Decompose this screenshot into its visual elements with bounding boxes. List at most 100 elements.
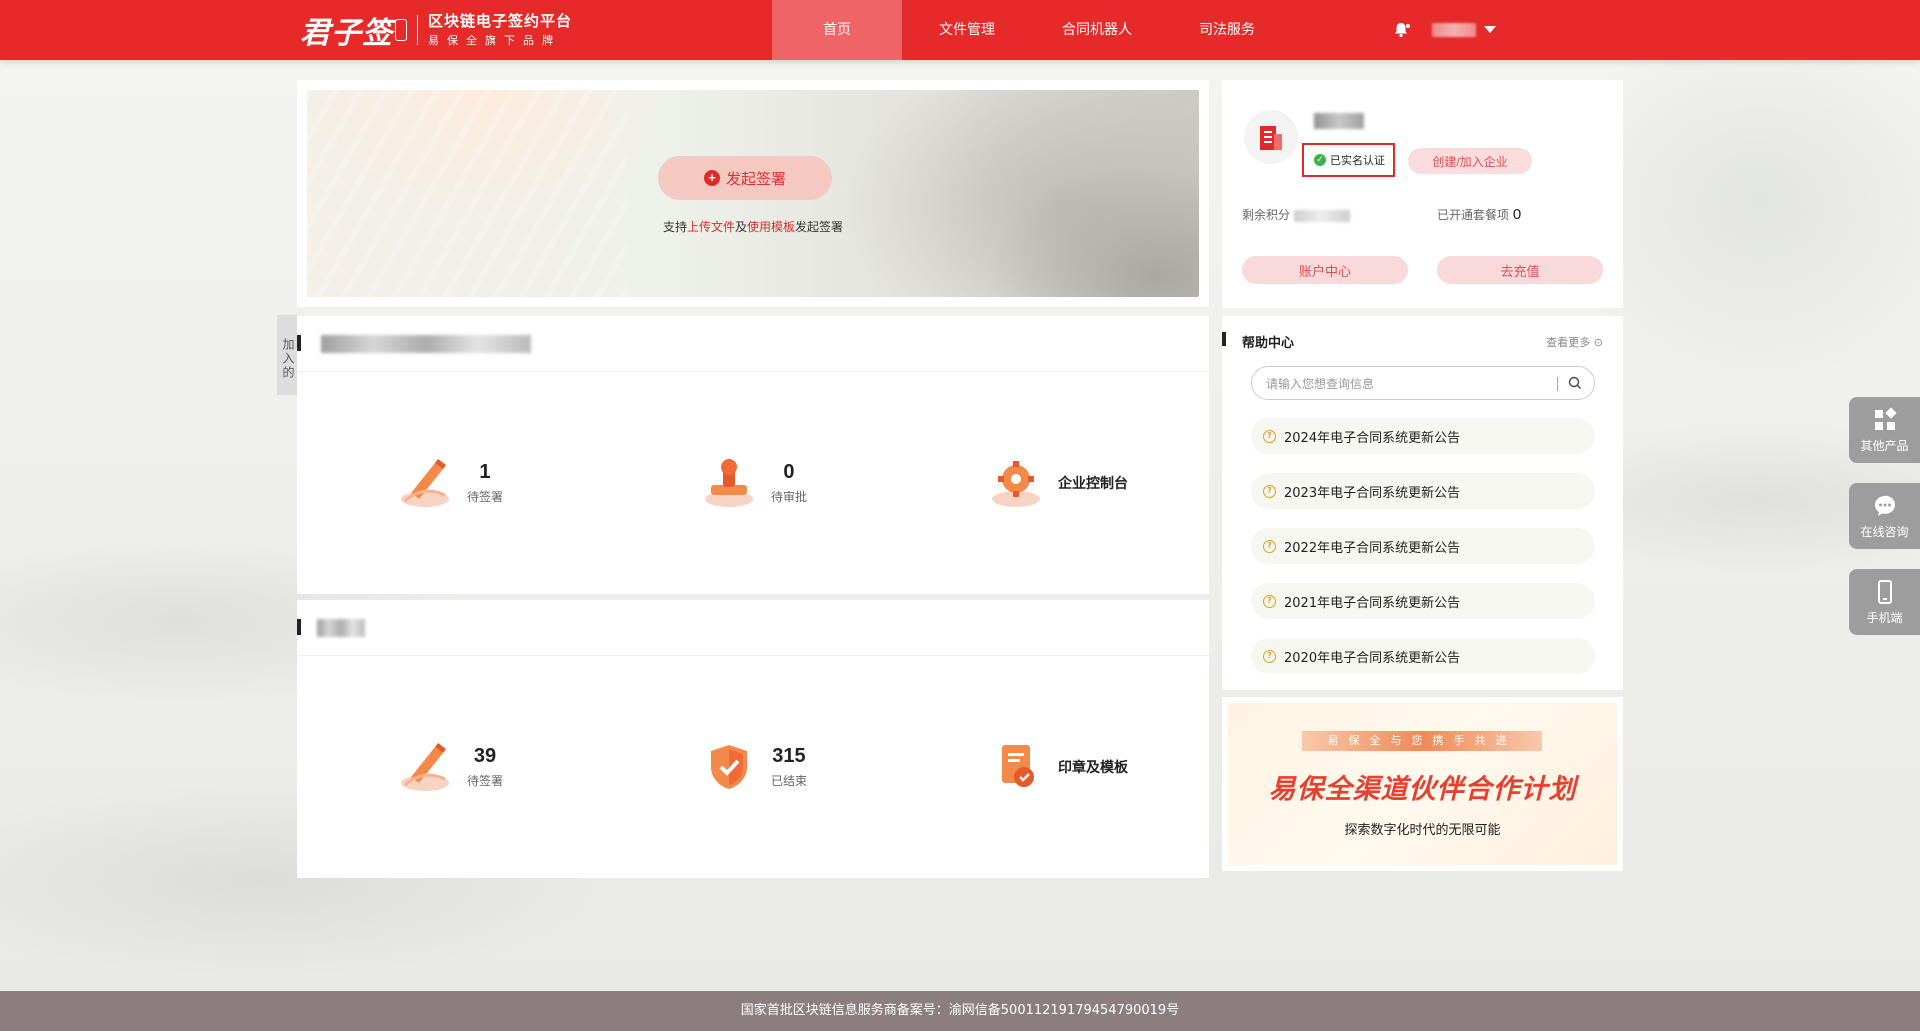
profile-name-redacted <box>1314 113 1364 129</box>
points-value-redacted <box>1293 209 1350 222</box>
search-divider <box>1557 377 1558 391</box>
mobile-button[interactable]: 手机端 <box>1849 569 1920 635</box>
user-name-redacted[interactable] <box>1432 23 1476 37</box>
company-stats: 1 待签署 0 待审批 企业控制台 <box>297 372 1209 594</box>
stat-value: 315 <box>772 745 806 767</box>
notice-item[interactable]: ? 2021年电子合同系统更新公告 <box>1251 583 1595 619</box>
online-consult-button[interactable]: 在线咨询 <box>1849 483 1920 549</box>
help-center: 帮助中心 查看更多 ⊙ ? 2024年电子合同系统更新公告 ? 2023年电子合… <box>1222 316 1623 690</box>
chevron-down-icon[interactable] <box>1484 26 1496 33</box>
footer-record-number: 国家首批区块链信息服务商备案号：渝网信备50011219179454790019… <box>0 991 1920 1031</box>
stat-link-label: 企业控制台 <box>1058 476 1128 492</box>
start-sign-banner: + 发起签署 支持上传文件及使用模板发起签署 <box>297 80 1209 307</box>
points-info: 剩余积分 <box>1242 206 1350 223</box>
points-label: 剩余积分 <box>1242 208 1291 222</box>
search-icon[interactable] <box>1568 376 1582 390</box>
stat-label: 已结束 <box>770 774 807 788</box>
promo-title: 易保全渠道伙伴合作计划 <box>1268 774 1577 805</box>
stamp-icon <box>704 459 753 507</box>
notice-icon: ? <box>1263 539 1276 553</box>
notice-item[interactable]: ? 2023年电子合同系统更新公告 <box>1251 473 1595 509</box>
gear-icon <box>992 461 1040 507</box>
company-name-redacted <box>321 335 531 353</box>
notice-item[interactable]: ? 2020年电子合同系统更新公告 <box>1251 638 1595 674</box>
create-join-enterprise-button[interactable]: 创建/加入企业 <box>1408 148 1532 174</box>
partner-promo-banner[interactable]: 易保全与您携手共进 易保全渠道伙伴合作计划 探索数字化时代的无限可能 <box>1222 697 1623 871</box>
stat-link-label: 印章及模板 <box>1058 760 1128 776</box>
package-label: 已开通套餐项 <box>1437 208 1510 222</box>
verified-label: 已实名认证 <box>1330 154 1385 167</box>
plus-circle-icon: + <box>703 170 720 186</box>
promo-subtitle: 探索数字化时代的无限可能 <box>1344 823 1501 838</box>
personal-name-redacted <box>317 619 365 637</box>
avatar <box>1244 110 1298 164</box>
chat-icon <box>1874 495 1895 516</box>
stat-seal-template[interactable]: 印章及模板 <box>905 656 1209 878</box>
other-products-button[interactable]: 其他产品 <box>1849 397 1920 463</box>
company-section: 1 待签署 0 待审批 企业控制台 <box>297 316 1209 594</box>
logo-subtitle: 区块链电子签约平台 <box>428 12 573 30</box>
recharge-button[interactable]: 去充值 <box>1437 256 1603 284</box>
stat-finished[interactable]: 315 已结束 <box>601 656 905 878</box>
banner-hint: 支持上传文件及使用模板发起签署 <box>662 220 844 234</box>
help-search-box <box>1251 366 1595 400</box>
section-marker <box>297 619 301 635</box>
section-marker <box>297 335 301 351</box>
nav-contract-robot[interactable]: 合同机器人 <box>1032 0 1162 60</box>
section-header <box>297 600 1209 656</box>
notice-icon: ? <box>1263 484 1276 498</box>
nav-judicial-service[interactable]: 司法服务 <box>1162 0 1292 60</box>
logo-text: 君子签 <box>300 16 393 51</box>
seal-template-icon <box>1002 745 1034 787</box>
top-navbar: 君子签 区块链电子签约平台 易保全旗下品牌 首页 文件管理 合同机器人 司法服务 <box>0 0 1920 60</box>
notice-icon: ? <box>1263 429 1276 443</box>
check-circle-icon: ✓ <box>1314 154 1326 166</box>
personal-section: 39 待签署 315 已结束 印章及模板 <box>297 600 1209 878</box>
banner-image: + 发起签署 支持上传文件及使用模板发起签署 <box>307 90 1199 297</box>
building-icon <box>1260 126 1282 150</box>
package-count: 0 <box>1512 206 1522 223</box>
pen-icon <box>400 459 449 507</box>
stat-value: 1 <box>479 461 491 483</box>
bell-icon[interactable] <box>1392 20 1412 40</box>
personal-stats: 39 待签署 315 已结束 印章及模板 <box>297 656 1209 878</box>
profile-card: ✓ 已实名认证 创建/加入企业 剩余积分 已开通套餐项 0 账户中心 去充值 <box>1222 80 1623 308</box>
start-sign-label: 发起签署 <box>725 170 786 188</box>
phone-icon <box>1877 579 1892 604</box>
section-marker <box>1222 332 1226 346</box>
grid-icon <box>1874 406 1897 430</box>
nav-home[interactable]: 首页 <box>772 0 902 60</box>
main-nav: 首页 文件管理 合同机器人 司法服务 <box>772 0 1292 60</box>
stat-value: 0 <box>783 461 795 483</box>
help-search-input[interactable] <box>1266 375 1556 393</box>
notice-item[interactable]: ? 2022年电子合同系统更新公告 <box>1251 528 1595 564</box>
logo-tagline: 易保全旗下品牌 <box>428 34 561 47</box>
notice-item[interactable]: ? 2024年电子合同系统更新公告 <box>1251 418 1595 454</box>
start-sign-button[interactable]: + 发起签署 <box>658 156 832 200</box>
notice-icon: ? <box>1263 649 1276 663</box>
shield-check-icon <box>710 745 747 789</box>
stat-pending-sign[interactable]: 1 待签署 <box>297 372 601 594</box>
account-center-button[interactable]: 账户中心 <box>1242 256 1408 284</box>
brand-logo[interactable]: 君子签 区块链电子签约平台 易保全旗下品牌 <box>300 10 573 52</box>
joined-side-tab[interactable]: 加入的 <box>277 315 297 395</box>
stat-label: 待审批 <box>770 490 807 504</box>
stat-value: 39 <box>473 745 497 767</box>
help-title: 帮助中心 <box>1242 336 1295 351</box>
stat-label: 待签署 <box>466 490 503 504</box>
stat-enterprise-console[interactable]: 企业控制台 <box>905 372 1209 594</box>
use-template-link[interactable]: 使用模板 <box>747 220 795 234</box>
stat-pending-sign[interactable]: 39 待签署 <box>297 656 601 878</box>
package-info: 已开通套餐项 0 <box>1437 206 1521 223</box>
stat-label: 待签署 <box>466 774 503 788</box>
stat-pending-approval[interactable]: 0 待审批 <box>601 372 905 594</box>
verified-badge: ✓ 已实名认证 <box>1302 143 1395 177</box>
logo-divider <box>417 15 418 45</box>
notice-icon: ? <box>1263 594 1276 608</box>
view-more-link[interactable]: 查看更多 ⊙ <box>1546 334 1603 350</box>
promo-tag: 易保全与您携手共进 <box>1302 731 1542 751</box>
nav-file-management[interactable]: 文件管理 <box>902 0 1032 60</box>
logo-seal-icon <box>395 19 407 41</box>
banner-light-rays <box>307 90 627 297</box>
upload-file-link[interactable]: 上传文件 <box>687 220 735 234</box>
